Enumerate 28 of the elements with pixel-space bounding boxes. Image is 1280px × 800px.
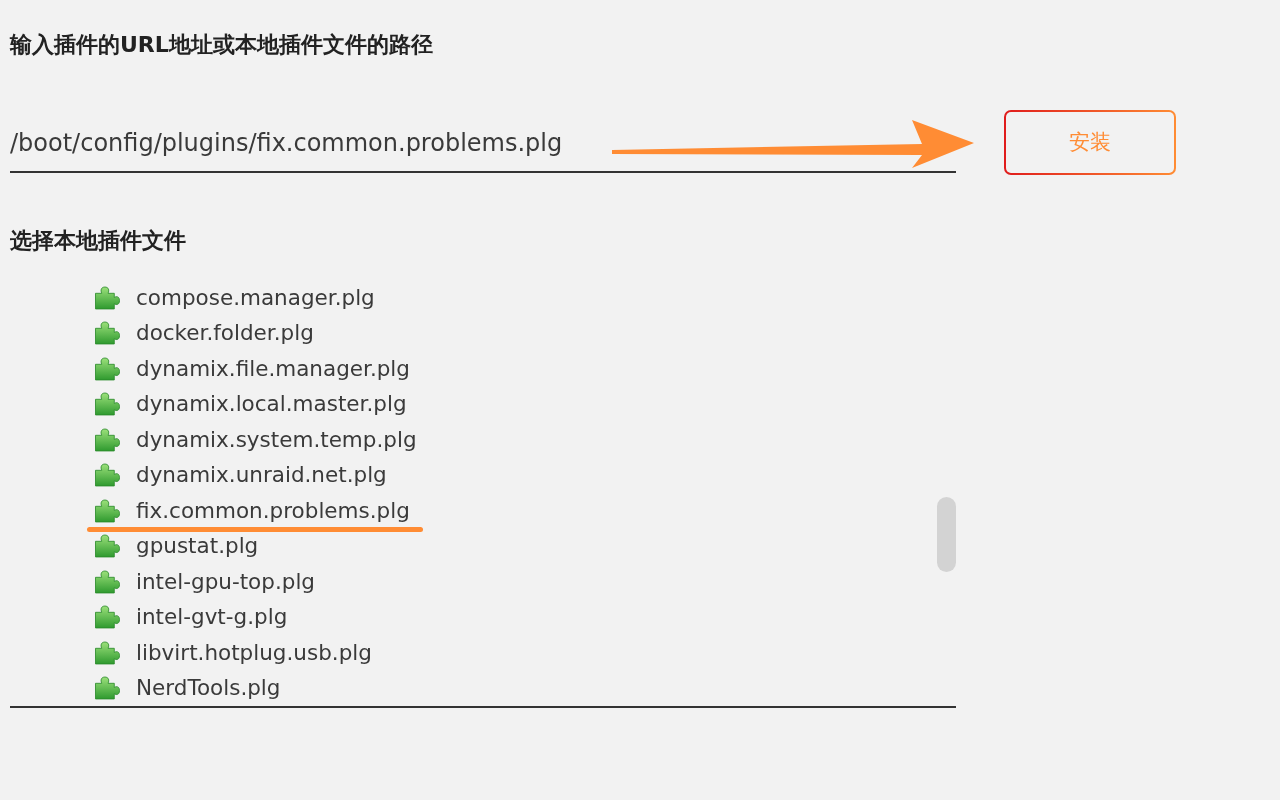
section-heading: 输入插件的URL地址或本地插件文件的路径	[10, 31, 433, 59]
file-name[interactable]: dynamix.unraid.net.plg	[136, 462, 387, 489]
puzzle-piece-icon	[93, 605, 122, 630]
file-name[interactable]: compose.manager.plg	[136, 284, 375, 311]
file-name[interactable]: libvirt.hotplug.usb.plg	[136, 639, 372, 666]
puzzle-piece-icon	[93, 392, 122, 417]
section-heading: 选择本地插件文件	[10, 227, 186, 255]
file-name[interactable]: intel-gpu-top.plg	[136, 568, 315, 595]
file-name[interactable]: docker.folder.plg	[136, 320, 314, 347]
puzzle-piece-icon	[93, 321, 122, 346]
puzzle-piece-icon	[93, 676, 122, 701]
file-name[interactable]: NerdTools.plg	[136, 675, 281, 702]
file-name[interactable]: fix.common.problems.plg	[136, 497, 410, 524]
puzzle-piece-icon	[93, 356, 122, 381]
file-name[interactable]: dynamix.system.temp.plg	[136, 426, 417, 453]
puzzle-piece-icon	[93, 534, 122, 559]
puzzle-piece-icon	[93, 498, 122, 523]
file-name[interactable]: dynamix.file.manager.plg	[136, 355, 410, 382]
puzzle-piece-icon	[93, 569, 122, 594]
scrollbar-thumb[interactable]	[937, 497, 956, 572]
puzzle-piece-icon	[93, 285, 122, 310]
file-name[interactable]: dynamix.local.master.plg	[136, 391, 407, 418]
puzzle-piece-icon	[93, 463, 122, 488]
path-input[interactable]: /boot/config/plugins/fix.common.problems.plg	[10, 115, 956, 173]
puzzle-piece-icon	[93, 427, 122, 452]
puzzle-piece-icon	[93, 640, 122, 665]
file-name[interactable]: gpustat.plg	[136, 533, 259, 560]
file-name[interactable]: intel-gvt-g.plg	[136, 604, 288, 631]
